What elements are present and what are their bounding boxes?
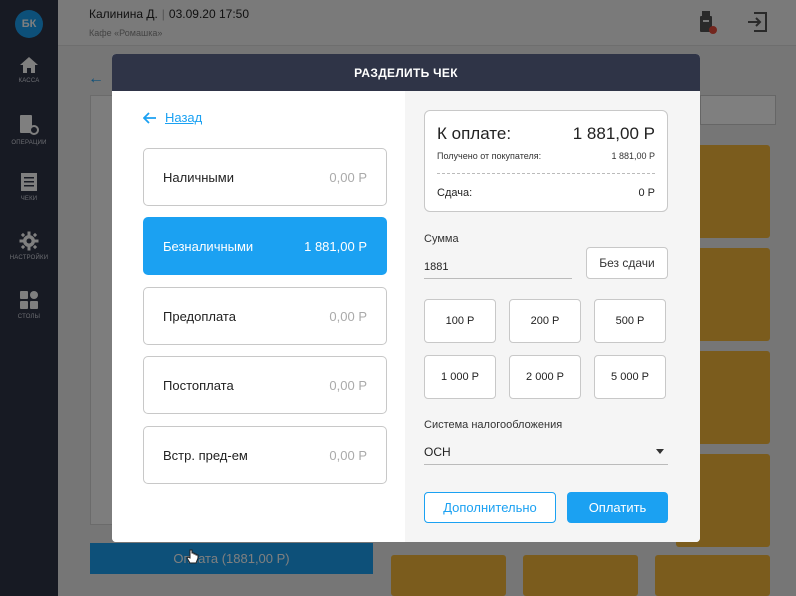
additional-button[interactable]: Дополнительно [424, 492, 556, 523]
payment-method-amount: 0,00 Р [329, 308, 367, 324]
payment-method-amount: 0,00 Р [329, 447, 367, 463]
payment-methods-panel: Назад Наличными 0,00 Р Безналичными 1 88… [112, 91, 405, 542]
to-pay-label: К оплате: [437, 124, 512, 143]
no-change-button[interactable]: Без сдачи [586, 247, 668, 279]
payment-method-label: Встр. пред-ем [163, 447, 248, 463]
quick-amount-100[interactable]: 100 Р [424, 299, 496, 343]
payment-method-counter-provision[interactable]: Встр. пред-ем 0,00 Р [143, 426, 387, 484]
payment-method-amount: 0,00 Р [329, 377, 367, 393]
sum-label: Сумма [424, 233, 459, 245]
quick-amount-500[interactable]: 500 Р [594, 299, 666, 343]
quick-amount-200[interactable]: 200 Р [509, 299, 581, 343]
pay-button[interactable]: Оплатить [567, 492, 668, 523]
to-pay-value: 1 881,00 Р [572, 124, 655, 143]
dialog-title: РАЗДЕЛИТЬ ЧЕК [112, 54, 700, 91]
quick-amount-5000[interactable]: 5 000 Р [594, 355, 666, 399]
payment-method-label: Предоплата [163, 308, 236, 324]
divider [437, 173, 655, 174]
received-value: 1 881,00 Р [611, 151, 655, 161]
payment-method-amount: 1 881,00 Р [304, 238, 367, 254]
payment-method-label: Наличными [163, 169, 234, 185]
quick-amount-1000[interactable]: 1 000 Р [424, 355, 496, 399]
received-label: Получено от покупателя: [437, 151, 542, 161]
change-label: Сдача: [437, 187, 473, 199]
back-link[interactable]: Назад [143, 110, 202, 125]
change-value: 0 Р [638, 187, 655, 199]
sum-input[interactable] [424, 255, 572, 279]
quick-amount-2000[interactable]: 2 000 Р [509, 355, 581, 399]
payment-details-panel: К оплате: 1 881,00 Р Получено от покупат… [405, 91, 700, 542]
chevron-down-icon [656, 449, 664, 454]
payment-method-postpayment[interactable]: Постоплата 0,00 Р [143, 356, 387, 414]
tax-system-value: ОСН [424, 444, 451, 459]
payment-method-cash[interactable]: Наличными 0,00 Р [143, 148, 387, 206]
payment-method-amount: 0,00 Р [329, 169, 367, 185]
payment-method-label: Постоплата [163, 377, 234, 393]
payment-summary: К оплате: 1 881,00 Р Получено от покупат… [424, 110, 668, 212]
mouse-cursor-icon [186, 549, 199, 564]
payment-method-prepayment[interactable]: Предоплата 0,00 Р [143, 287, 387, 345]
payment-method-label: Безналичными [163, 238, 254, 254]
tax-system-select[interactable]: ОСН [424, 439, 668, 465]
payment-method-card[interactable]: Безналичными 1 881,00 Р [143, 217, 387, 275]
back-link-label: Назад [165, 110, 203, 125]
arrow-left-icon [143, 111, 156, 124]
split-check-dialog: РАЗДЕЛИТЬ ЧЕК Назад Наличными 0,00 Р Без… [112, 54, 700, 542]
tax-system-label: Система налогообложения [424, 419, 563, 431]
